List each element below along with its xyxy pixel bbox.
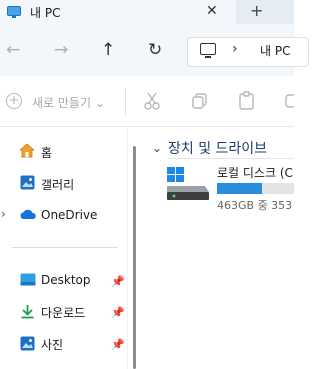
monitor-icon	[200, 43, 216, 55]
breadcrumb-this-pc[interactable]: 내 PC	[260, 42, 290, 59]
sidebar-item-gallery[interactable]: 갤러리	[41, 176, 74, 193]
drive-usage-fill	[217, 183, 262, 194]
monitor-stand	[205, 56, 211, 58]
desktop-folder-icon	[20, 273, 36, 286]
paste-icon[interactable]	[238, 91, 256, 111]
sidebar-item-onedrive[interactable]: OneDrive	[41, 208, 97, 222]
tab-close-icon[interactable]: ✕	[206, 3, 218, 19]
pc-icon	[7, 6, 21, 18]
local-disk-drive-icon[interactable]	[165, 166, 210, 202]
command-divider	[125, 88, 126, 116]
sidebar-item-pictures[interactable]: 사진	[41, 336, 63, 353]
cloud-icon	[20, 209, 36, 219]
download-icon	[21, 305, 34, 319]
copy-icon[interactable]	[191, 92, 209, 110]
home-icon	[19, 143, 35, 158]
forward-button[interactable]: →	[54, 40, 68, 60]
pin-icon: 📌	[111, 338, 125, 351]
pin-icon: 📌	[111, 306, 125, 319]
rename-icon[interactable]	[285, 92, 294, 110]
drive-free-space: 463GB 중 353	[217, 199, 293, 212]
up-button[interactable]: ↑	[101, 40, 115, 60]
cut-icon[interactable]	[143, 92, 161, 110]
pin-icon: 📌	[111, 275, 125, 288]
sidebar-item-desktop[interactable]: Desktop	[41, 273, 91, 287]
breadcrumb-chevron-icon[interactable]: ›	[232, 41, 238, 57]
plus-icon: +	[6, 93, 22, 109]
sidebar-scroll-track	[127, 128, 128, 369]
group-title[interactable]: 장치 및 드라이브	[168, 138, 267, 158]
sidebar-item-home[interactable]: 홈	[41, 144, 52, 161]
sidebar-scrollbar[interactable]	[133, 146, 136, 369]
tab-title: 내 PC	[30, 6, 61, 20]
refresh-button[interactable]: ↻	[148, 40, 162, 60]
gallery-icon	[20, 175, 35, 190]
expand-chevron-icon[interactable]: ›	[1, 207, 6, 221]
sidebar-divider	[12, 247, 118, 248]
back-button[interactable]: ←	[6, 40, 20, 60]
group-divider	[168, 158, 294, 159]
drive-name[interactable]: 로컬 디스크 (C	[217, 164, 293, 181]
new-button[interactable]: 새로 만들기 ⌄	[32, 94, 105, 111]
new-tab-button[interactable]: +	[250, 1, 263, 20]
pictures-icon	[20, 336, 35, 351]
group-collapse-chevron-icon[interactable]: ⌄	[152, 141, 162, 155]
sidebar-item-downloads[interactable]: 다운로드	[41, 304, 85, 321]
